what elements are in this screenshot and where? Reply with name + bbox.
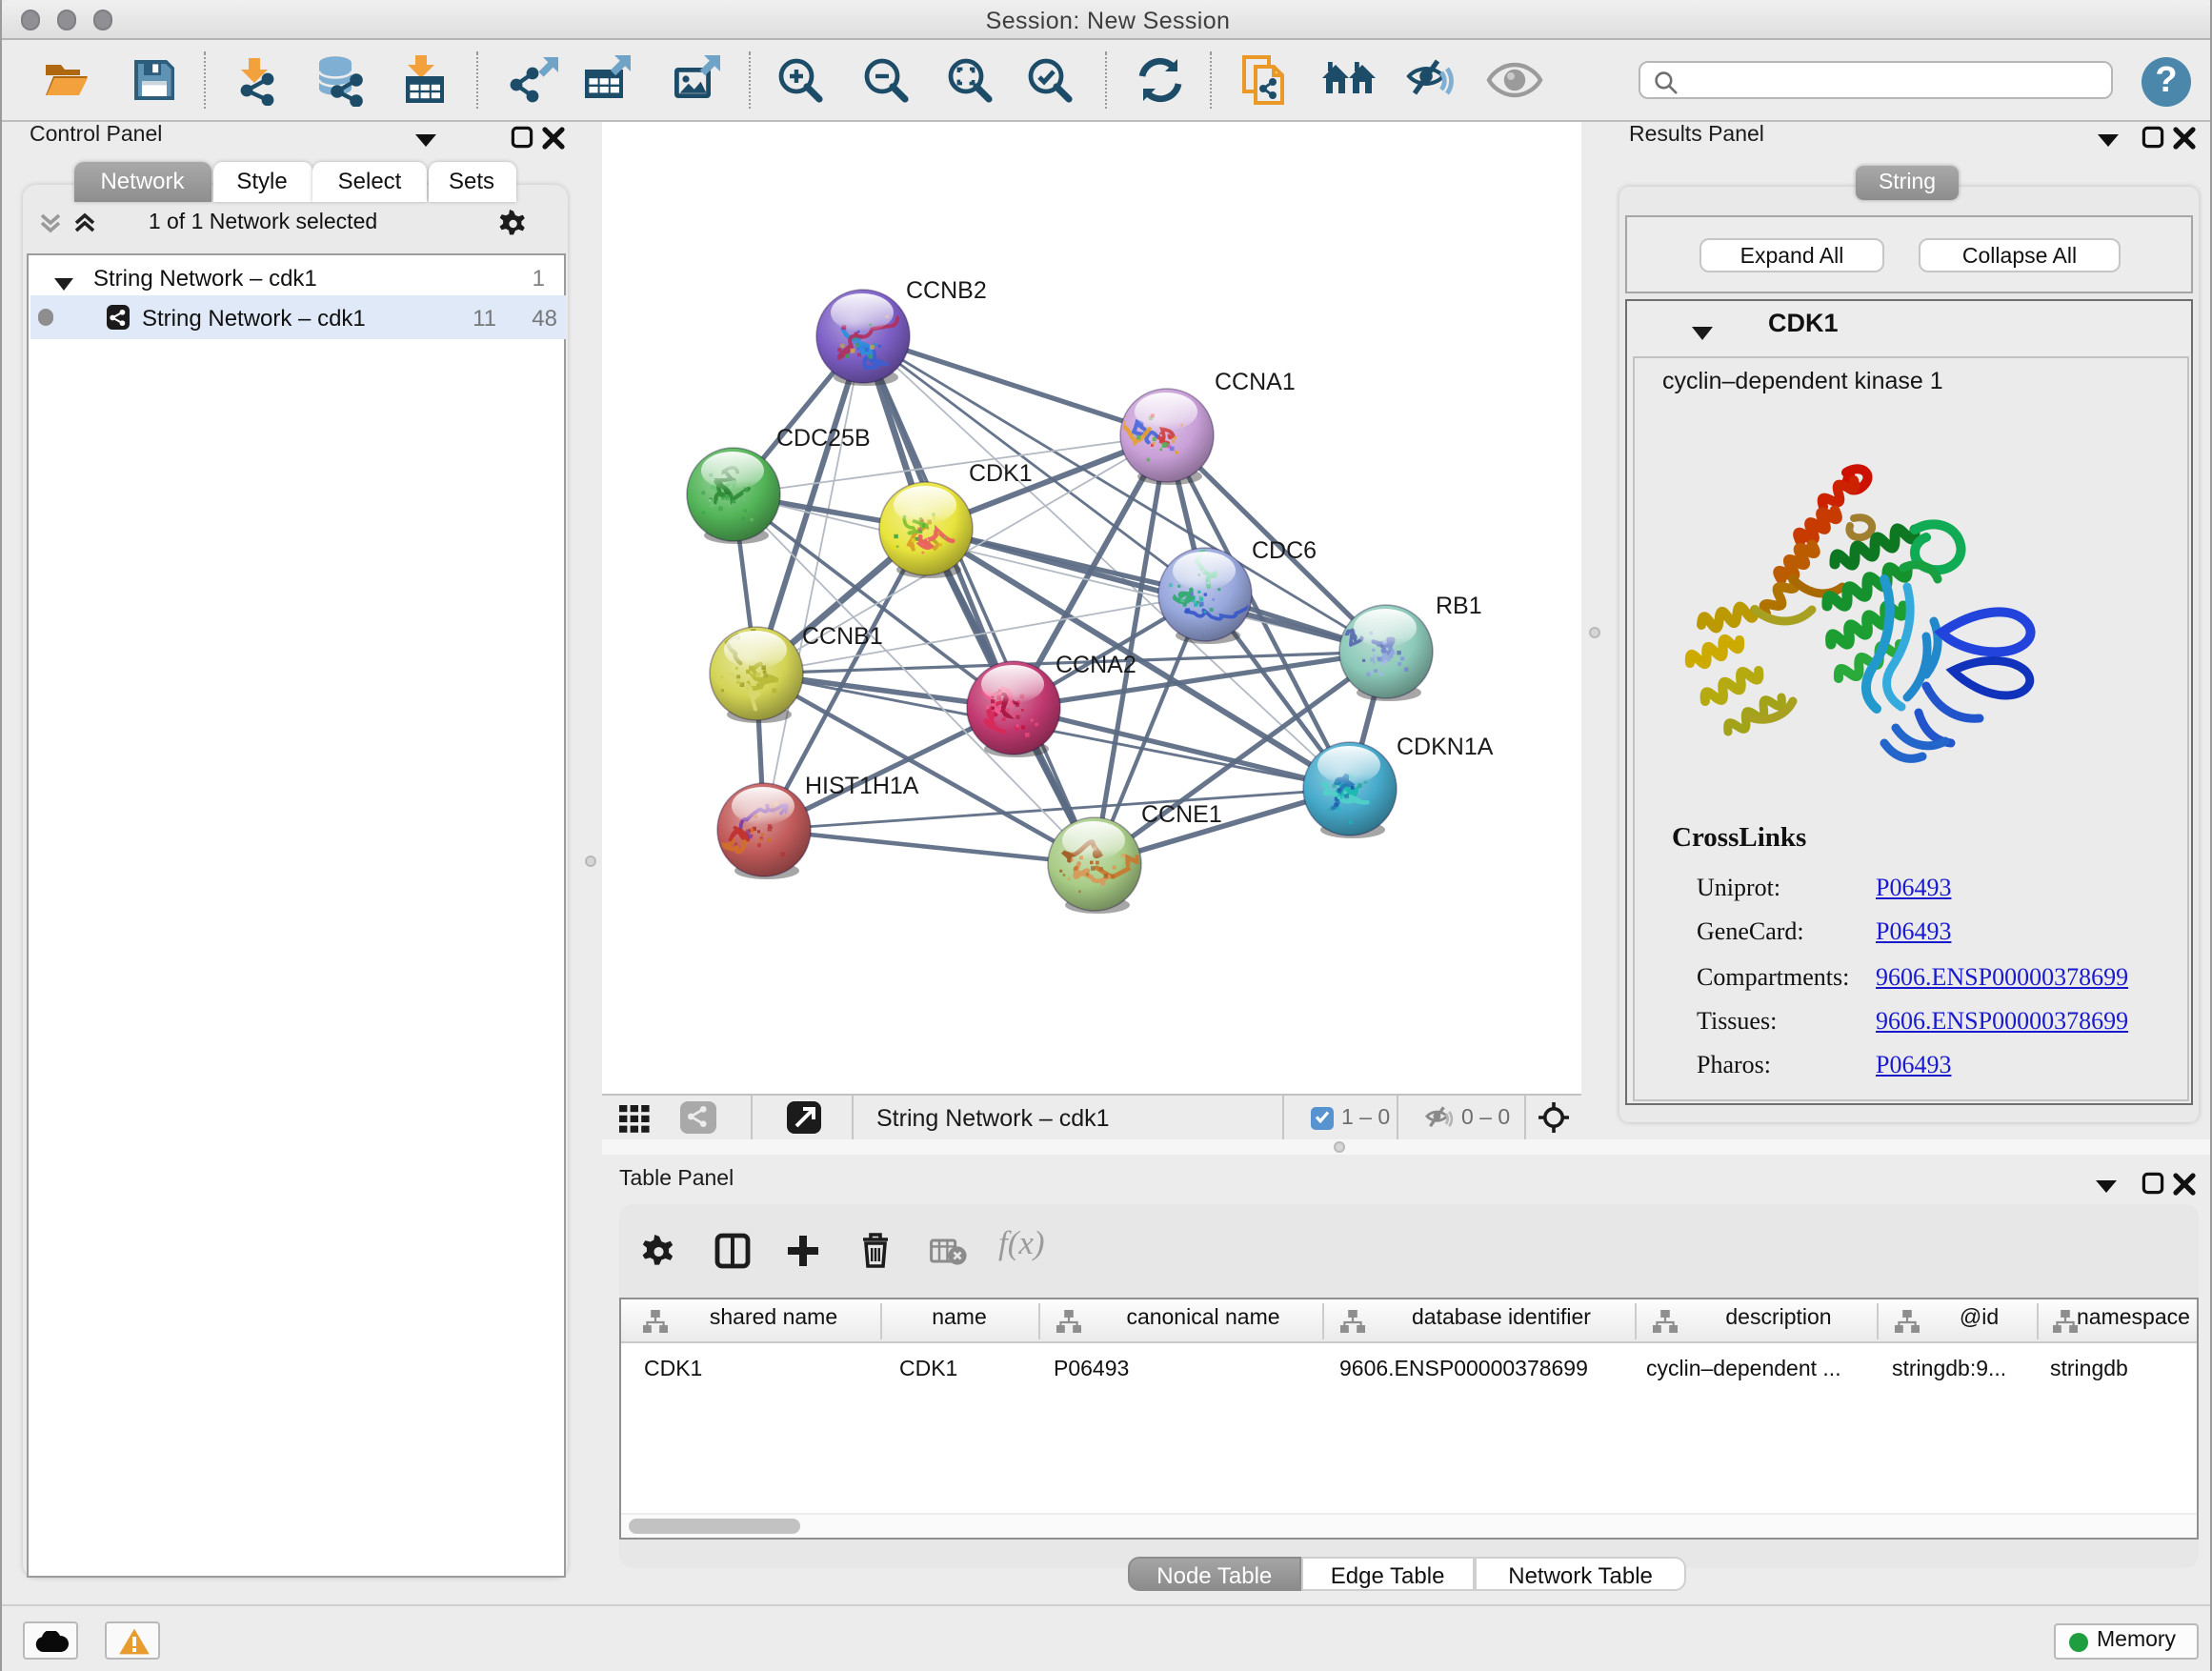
svg-text:RB1: RB1 (1436, 592, 1482, 618)
svg-text:CDKN1A: CDKN1A (1397, 733, 1494, 759)
svg-text:CCNE1: CCNE1 (1141, 800, 1222, 827)
svg-text:CDC25B: CDC25B (776, 424, 871, 451)
svg-text:CCNA2: CCNA2 (1056, 651, 1136, 677)
svg-text:CCNB2: CCNB2 (906, 276, 987, 303)
svg-text:HIST1H1A: HIST1H1A (805, 772, 919, 798)
svg-text:CCNB1: CCNB1 (802, 622, 883, 649)
svg-text:CDC6: CDC6 (1252, 536, 1317, 563)
svg-text:CDK1: CDK1 (969, 459, 1033, 486)
svg-text:CCNA1: CCNA1 (1215, 368, 1296, 394)
